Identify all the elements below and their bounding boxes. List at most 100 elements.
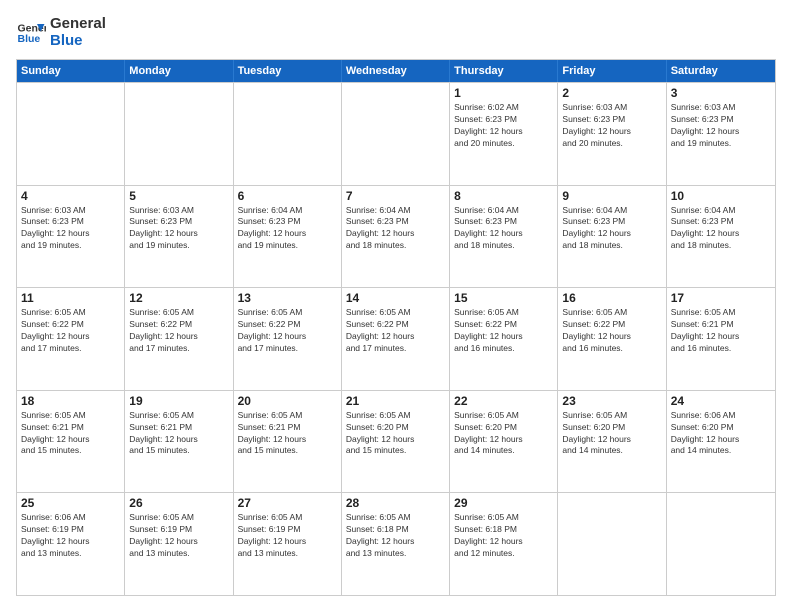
day-info: Sunrise: 6:03 AM Sunset: 6:23 PM Dayligh…: [562, 102, 661, 150]
day-number: 21: [346, 394, 445, 408]
cal-cell: 22Sunrise: 6:05 AM Sunset: 6:20 PM Dayli…: [450, 391, 558, 493]
cal-cell: 14 Sunrise: 6:05 AM Sunset: 6:22 PM Dayli…: [342, 288, 450, 390]
header: General Blue General Blue: [16, 16, 776, 49]
day-info: Sunrise: 6:05 AM Sunset: 6:21 PM Dayligh…: [238, 410, 337, 458]
cal-row: 25 Sunrise: 6:06 AM Sunset: 6:19 PM Dayli…: [17, 492, 775, 595]
day-number: 16: [562, 291, 661, 305]
cal-row: 4 Sunrise: 6:03 AM Sunset: 6:23 PM Daylig…: [17, 185, 775, 288]
cal-cell: 27 Sunrise: 6:05 AM Sunset: 6:19 PM Dayli…: [234, 493, 342, 595]
cal-cell: 9Sunrise: 6:04 AM Sunset: 6:23 PM Daylig…: [558, 186, 666, 288]
cal-cell: 16Sunrise: 6:05 AM Sunset: 6:22 PM Dayli…: [558, 288, 666, 390]
day-number: 1: [454, 86, 553, 100]
day-number: 18: [21, 394, 120, 408]
day-number: 13: [238, 291, 337, 305]
day-info: Sunrise: 6:05 AM Sunset: 6:18 PM Dayligh…: [346, 512, 445, 560]
cal-row: 1 Sunrise: 6:02 AM Sunset: 6:23 PM Daylig…: [17, 82, 775, 185]
day-number: 20: [238, 394, 337, 408]
cal-cell: 2 Sunrise: 6:03 AM Sunset: 6:23 PM Daylig…: [558, 83, 666, 185]
cal-header-day: Sunday: [17, 60, 125, 82]
logo-blue: Blue: [50, 33, 106, 50]
day-info: Sunrise: 6:05 AM Sunset: 6:22 PM Dayligh…: [238, 307, 337, 355]
cal-row: 11 Sunrise: 6:05 AM Sunset: 6:22 PM Dayli…: [17, 287, 775, 390]
cal-cell: [17, 83, 125, 185]
day-info: Sunrise: 6:05 AM Sunset: 6:20 PM Dayligh…: [562, 410, 661, 458]
cal-cell: 8 Sunrise: 6:04 AM Sunset: 6:23 PM Daylig…: [450, 186, 558, 288]
logo-icon: General Blue: [16, 18, 46, 48]
cal-cell: 5 Sunrise: 6:03 AM Sunset: 6:23 PM Daylig…: [125, 186, 233, 288]
cal-header-day: Friday: [558, 60, 666, 82]
svg-text:Blue: Blue: [18, 33, 41, 45]
cal-cell: 3 Sunrise: 6:03 AM Sunset: 6:23 PM Daylig…: [667, 83, 775, 185]
cal-cell: 28 Sunrise: 6:05 AM Sunset: 6:18 PM Dayli…: [342, 493, 450, 595]
cal-cell: 17 Sunrise: 6:05 AM Sunset: 6:21 PM Dayli…: [667, 288, 775, 390]
cal-cell: 13 Sunrise: 6:05 AM Sunset: 6:22 PM Dayli…: [234, 288, 342, 390]
logo: General Blue General Blue: [16, 16, 106, 49]
day-info: Sunrise: 6:05 AM Sunset: 6:22 PM Dayligh…: [21, 307, 120, 355]
cal-cell: 25 Sunrise: 6:06 AM Sunset: 6:19 PM Dayli…: [17, 493, 125, 595]
cal-cell: 11 Sunrise: 6:05 AM Sunset: 6:22 PM Dayli…: [17, 288, 125, 390]
day-info: Sunrise: 6:05 AM Sunset: 6:21 PM Dayligh…: [21, 410, 120, 458]
day-info: Sunrise: 6:03 AM Sunset: 6:23 PM Dayligh…: [21, 205, 120, 253]
day-number: 11: [21, 291, 120, 305]
day-number: 25: [21, 496, 120, 510]
cal-cell: [667, 493, 775, 595]
cal-cell: [125, 83, 233, 185]
day-info: Sunrise: 6:05 AM Sunset: 6:19 PM Dayligh…: [238, 512, 337, 560]
day-info: Sunrise: 6:03 AM Sunset: 6:23 PM Dayligh…: [129, 205, 228, 253]
cal-cell: [558, 493, 666, 595]
calendar: SundayMondayTuesdayWednesdayThursdayFrid…: [16, 59, 776, 596]
cal-cell: 29 Sunrise: 6:05 AM Sunset: 6:18 PM Dayli…: [450, 493, 558, 595]
day-number: 8: [454, 189, 553, 203]
cal-cell: 6Sunrise: 6:04 AM Sunset: 6:23 PM Daylig…: [234, 186, 342, 288]
cal-cell: 24 Sunrise: 6:06 AM Sunset: 6:20 PM Dayli…: [667, 391, 775, 493]
day-number: 6: [238, 189, 337, 203]
cal-cell: 19 Sunrise: 6:05 AM Sunset: 6:21 PM Dayli…: [125, 391, 233, 493]
day-number: 3: [671, 86, 771, 100]
day-number: 2: [562, 86, 661, 100]
day-info: Sunrise: 6:04 AM Sunset: 6:23 PM Dayligh…: [346, 205, 445, 253]
cal-row: 18 Sunrise: 6:05 AM Sunset: 6:21 PM Dayli…: [17, 390, 775, 493]
cal-header-day: Monday: [125, 60, 233, 82]
day-info: Sunrise: 6:06 AM Sunset: 6:20 PM Dayligh…: [671, 410, 771, 458]
day-number: 19: [129, 394, 228, 408]
day-number: 10: [671, 189, 771, 203]
day-info: Sunrise: 6:04 AM Sunset: 6:23 PM Dayligh…: [562, 205, 661, 253]
cal-cell: 26 Sunrise: 6:05 AM Sunset: 6:19 PM Dayli…: [125, 493, 233, 595]
day-number: 24: [671, 394, 771, 408]
cal-cell: 21Sunrise: 6:05 AM Sunset: 6:20 PM Dayli…: [342, 391, 450, 493]
day-number: 5: [129, 189, 228, 203]
day-number: 12: [129, 291, 228, 305]
day-info: Sunrise: 6:05 AM Sunset: 6:21 PM Dayligh…: [671, 307, 771, 355]
day-info: Sunrise: 6:05 AM Sunset: 6:18 PM Dayligh…: [454, 512, 553, 560]
cal-cell: 20 Sunrise: 6:05 AM Sunset: 6:21 PM Dayli…: [234, 391, 342, 493]
cal-header-day: Saturday: [667, 60, 775, 82]
day-info: Sunrise: 6:05 AM Sunset: 6:20 PM Dayligh…: [454, 410, 553, 458]
cal-cell: 23Sunrise: 6:05 AM Sunset: 6:20 PM Dayli…: [558, 391, 666, 493]
day-number: 15: [454, 291, 553, 305]
day-number: 7: [346, 189, 445, 203]
day-info: Sunrise: 6:05 AM Sunset: 6:21 PM Dayligh…: [129, 410, 228, 458]
cal-cell: [234, 83, 342, 185]
cal-cell: 18 Sunrise: 6:05 AM Sunset: 6:21 PM Dayli…: [17, 391, 125, 493]
day-info: Sunrise: 6:02 AM Sunset: 6:23 PM Dayligh…: [454, 102, 553, 150]
day-number: 17: [671, 291, 771, 305]
day-number: 4: [21, 189, 120, 203]
day-number: 26: [129, 496, 228, 510]
cal-header-day: Wednesday: [342, 60, 450, 82]
day-number: 29: [454, 496, 553, 510]
cal-cell: 1 Sunrise: 6:02 AM Sunset: 6:23 PM Daylig…: [450, 83, 558, 185]
cal-cell: 12Sunrise: 6:05 AM Sunset: 6:22 PM Dayli…: [125, 288, 233, 390]
day-info: Sunrise: 6:05 AM Sunset: 6:19 PM Dayligh…: [129, 512, 228, 560]
cal-header-day: Tuesday: [234, 60, 342, 82]
logo-general: General: [50, 16, 106, 33]
day-info: Sunrise: 6:04 AM Sunset: 6:23 PM Dayligh…: [671, 205, 771, 253]
day-number: 27: [238, 496, 337, 510]
day-info: Sunrise: 6:05 AM Sunset: 6:22 PM Dayligh…: [346, 307, 445, 355]
day-info: Sunrise: 6:04 AM Sunset: 6:23 PM Dayligh…: [454, 205, 553, 253]
calendar-body: 1 Sunrise: 6:02 AM Sunset: 6:23 PM Daylig…: [17, 82, 775, 595]
day-number: 14: [346, 291, 445, 305]
day-info: Sunrise: 6:06 AM Sunset: 6:19 PM Dayligh…: [21, 512, 120, 560]
day-number: 28: [346, 496, 445, 510]
day-info: Sunrise: 6:03 AM Sunset: 6:23 PM Dayligh…: [671, 102, 771, 150]
day-info: Sunrise: 6:05 AM Sunset: 6:22 PM Dayligh…: [454, 307, 553, 355]
